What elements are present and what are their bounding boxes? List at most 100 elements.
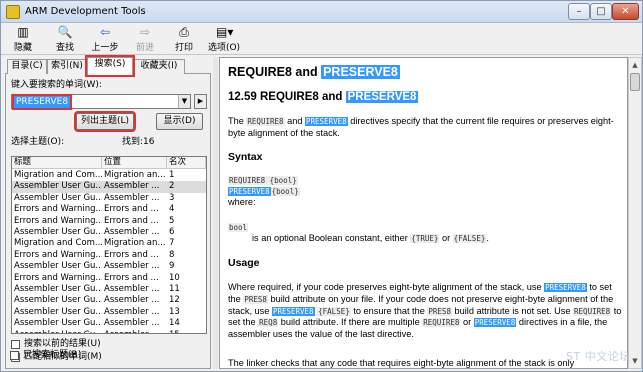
row-rank: 15 <box>169 330 204 333</box>
row-location: Migration an... <box>104 170 166 180</box>
topic-title-highlight: PRESERVE8 <box>321 65 400 79</box>
table-row[interactable]: Assembler User Gu...Assembler ...15 <box>12 330 206 333</box>
row-rank: 10 <box>169 272 180 283</box>
options-button[interactable]: ▤▾ 选项(O) <box>206 25 242 53</box>
table-row[interactable]: Errors and Warning... Errors and ... 8 <box>12 250 206 261</box>
table-row[interactable]: Assembler User Gu... Assembler ... 11 <box>12 284 206 295</box>
forward-button[interactable]: ⇨ 前进 <box>131 25 159 53</box>
watermark: ST 中文论坛 <box>566 350 631 363</box>
table-row[interactable]: Assembler User Gu... Assembler ... 6 <box>12 227 206 238</box>
tab-contents[interactable]: 目录(C) <box>7 59 47 74</box>
window-title: ARM Development Tools <box>25 6 146 17</box>
table-row[interactable]: Errors and Warning... Errors and ... 5 <box>12 216 206 227</box>
search-input[interactable]: PRESERVE8 ▼ <box>11 94 191 110</box>
where-label: where: <box>228 197 256 207</box>
row-location: Assembler ... <box>104 192 160 203</box>
row-title: Assembler User Gu... <box>14 192 102 203</box>
row-rank: 13 <box>169 306 180 317</box>
tab-index[interactable]: 索引(N) <box>47 59 87 74</box>
section-heading: 12.59 REQUIRE8 and PRESERVE8 <box>228 91 419 103</box>
row-title: Errors and Warning... <box>14 215 102 226</box>
row-location: Assembler ... <box>104 306 160 317</box>
row-title: Assembler User Gu... <box>14 261 102 272</box>
found-count: 找到:16 <box>122 137 155 147</box>
titles-only-option[interactable]: 只搜索标题(R) <box>10 350 200 362</box>
table-row[interactable]: Migration and Com... Migration an... 1 <box>12 170 206 181</box>
table-row[interactable]: Errors and Warning... Errors and ... 4 <box>12 204 206 215</box>
row-rank: 6 <box>169 227 175 237</box>
tab-favorites[interactable]: 收藏夹(I) <box>133 59 185 74</box>
display-button[interactable]: 显示(D) <box>156 113 203 130</box>
row-location: Assembler ... <box>104 284 160 294</box>
list-topics-button[interactable]: 列出主题(L) <box>74 111 136 132</box>
minimize-button[interactable]: – <box>568 3 590 20</box>
row-location: Assembler ... <box>104 318 160 329</box>
titles-only-box[interactable] <box>10 351 19 360</box>
topic-title: REQUIRE8 and PRESERVE8 <box>228 65 400 79</box>
chevron-down-icon[interactable]: ▼ <box>178 95 190 108</box>
table-row[interactable]: Assembler User Gu... Assembler ... 2 <box>12 181 206 193</box>
search-query: PRESERVE8 <box>11 94 73 110</box>
row-rank: 7 <box>169 238 175 249</box>
row-title: Assembler User Gu... <box>14 227 102 237</box>
param-description: is an optional Boolean constant, either … <box>252 233 489 243</box>
help-app-icon <box>6 5 20 19</box>
column-header-rank[interactable]: 名次 <box>167 157 206 169</box>
scroll-up-arrow-icon[interactable]: ▲ <box>629 58 641 72</box>
search-prompt-label: 键入要搜索的单词(W): <box>11 80 102 90</box>
row-rank: 9 <box>169 261 175 272</box>
toolbar: ▥ 隐藏 🔍 查找 ⇦ 上一步 ⇨ 前进 ⎙ 打印 ▤▾ 选项(O) <box>1 23 642 55</box>
row-title: Errors and Warning... <box>14 249 102 260</box>
table-row[interactable]: Assembler User Gu... Assembler ... 12 <box>12 295 206 306</box>
row-title: Assembler User Gu... <box>14 306 102 317</box>
row-title: Assembler User Gu... <box>14 181 102 192</box>
column-header-title[interactable]: 标题 <box>12 157 102 169</box>
topic-content: REQUIRE8 and PRESERVE8 12.59 REQUIRE8 an… <box>219 57 628 369</box>
table-row[interactable]: Assembler User Gu... Assembler ... 13 <box>12 307 206 318</box>
table-row[interactable]: Assembler User Gu... Assembler ... 14 <box>12 318 206 329</box>
results-list[interactable]: 标题 位置 名次 Migration and Com... Migration a… <box>11 156 207 334</box>
row-location: Errors and ... <box>104 272 159 283</box>
table-row[interactable]: Assembler User Gu... Assembler ... 9 <box>12 261 206 272</box>
intro-paragraph: The REQUIRE8 and PRESERVE8 directives sp… <box>228 116 614 138</box>
row-location: Assembler ... <box>104 227 160 237</box>
print-button[interactable]: ⎙ 打印 <box>171 25 197 53</box>
search-panel: 键入要搜索的单词(W): PRESERVE8 ▼ ▶ 列出主题(L) 显示(D)… <box>5 74 211 369</box>
printer-icon: ⎙ <box>179 25 189 39</box>
section-heading-highlight: PRESERVE8 <box>345 91 419 103</box>
row-rank: 1 <box>169 170 175 180</box>
row-rank: 11 <box>169 284 180 294</box>
row-location: Assembler ... <box>104 261 160 272</box>
close-button[interactable]: ✕ <box>612 3 639 20</box>
table-row[interactable]: Errors and Warning... Errors and ... 10 <box>12 273 206 284</box>
column-header-location[interactable]: 位置 <box>102 157 167 169</box>
row-rank: 5 <box>169 215 175 226</box>
row-location: Errors and ... <box>104 204 159 215</box>
maximize-button[interactable]: □ <box>590 3 612 20</box>
nav-tabs: 目录(C) 索引(N) 搜索(S) 收藏夹(I) <box>5 55 211 77</box>
table-row[interactable]: Migration and Com... Migration an... 7 <box>12 238 206 249</box>
row-rank: 8 <box>169 249 175 260</box>
back-button[interactable]: ⇦ 上一步 <box>89 25 121 53</box>
hide-button[interactable]: ▥ 隐藏 <box>9 25 37 53</box>
row-title: Migration and Com... <box>14 238 102 249</box>
syntax-heading: Syntax <box>228 151 263 163</box>
row-rank: 3 <box>169 192 175 203</box>
pane-splitter[interactable] <box>213 57 218 369</box>
search-previous-box[interactable] <box>11 340 20 349</box>
scroll-thumb[interactable] <box>630 73 640 91</box>
search-operators-button[interactable]: ▶ <box>194 94 207 109</box>
row-location: Errors and ... <box>104 249 159 260</box>
usage-heading: Usage <box>228 257 260 269</box>
tab-search[interactable]: 搜索(S) <box>85 55 135 77</box>
find-button[interactable]: 🔍 查找 <box>51 25 79 53</box>
forward-arrow-icon: ⇨ <box>139 25 151 39</box>
usage-paragraph-1: Where required, if your code preserves e… <box>228 282 622 340</box>
content-scrollbar[interactable]: ▲ ▼ <box>628 57 642 369</box>
row-title: Assembler User Gu... <box>14 330 102 333</box>
row-title: Errors and Warning... <box>14 204 102 215</box>
row-location: Migration an... <box>104 238 166 249</box>
title-bar: ARM Development Tools – □ ✕ <box>1 1 642 23</box>
table-row[interactable]: Assembler User Gu... Assembler ... 3 <box>12 193 206 204</box>
app-window: ARM Development Tools – □ ✕ ▥ 隐藏 🔍 查找 ⇦ … <box>0 0 643 372</box>
